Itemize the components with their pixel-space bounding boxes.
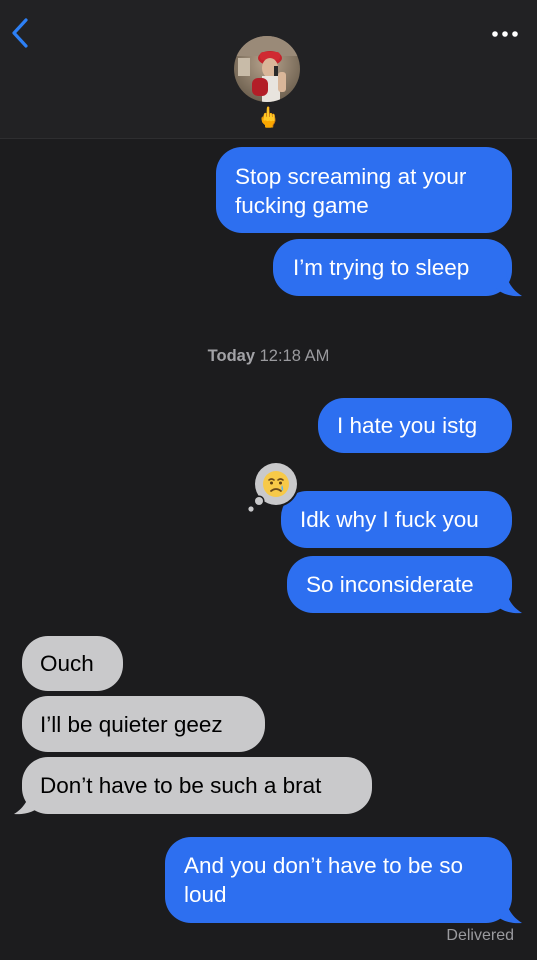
message-bubble-sent[interactable]: I hate you istg	[318, 398, 512, 453]
message-text-line: Stop screaming at your	[235, 164, 467, 189]
crying-face-icon	[263, 471, 289, 497]
messages-screen: 🖕 Stop screaming at your fucking game I’…	[0, 0, 537, 960]
bubble-tail	[14, 788, 40, 815]
more-options-button[interactable]	[487, 22, 523, 46]
message-text: I’ll be quieter geez	[40, 712, 223, 737]
avatar-photo	[234, 36, 300, 102]
message-bubble-received[interactable]: Ouch	[22, 636, 123, 691]
message-bubble-sent[interactable]: And you don’t have to be so loud	[165, 837, 512, 923]
message-text-line: loud	[184, 882, 227, 907]
message-text: I hate you istg	[337, 413, 478, 438]
ellipsis-icon	[492, 31, 518, 37]
message-timestamp: Today 12:18 AM	[0, 347, 537, 366]
message-text: I’m trying to sleep	[293, 255, 470, 280]
message-bubble-sent[interactable]: Idk why I fuck you	[281, 491, 512, 548]
bubble-tail	[496, 897, 522, 924]
contact-avatar[interactable]	[234, 36, 300, 102]
conversation-header: 🖕	[0, 0, 537, 139]
timestamp-time: 12:18 AM	[259, 347, 330, 365]
tapback-reaction[interactable]	[246, 460, 302, 516]
message-text-line: fucking game	[235, 193, 369, 218]
message-text: Ouch	[40, 651, 94, 676]
message-bubble-sent[interactable]: Stop screaming at your fucking game	[216, 147, 512, 233]
message-bubble-sent[interactable]: I’m trying to sleep	[273, 239, 512, 296]
contact-name[interactable]: 🖕	[0, 106, 537, 130]
bubble-tail	[496, 587, 522, 614]
message-text: So inconsiderate	[306, 572, 474, 597]
message-text: Don’t have to be such a brat	[40, 773, 322, 798]
message-text-line: And you don’t have to be so	[184, 853, 463, 878]
message-bubble-received[interactable]: I’ll be quieter geez	[22, 696, 265, 752]
message-bubble-received[interactable]: Don’t have to be such a brat	[22, 757, 372, 814]
chevron-left-icon	[12, 18, 28, 48]
bubble-tail	[496, 270, 522, 297]
message-bubble-sent[interactable]: So inconsiderate	[287, 556, 512, 613]
timestamp-day: Today	[207, 347, 256, 365]
message-text: Idk why I fuck you	[300, 507, 479, 532]
back-button[interactable]	[4, 14, 40, 54]
delivery-status: Delivered	[446, 927, 514, 944]
